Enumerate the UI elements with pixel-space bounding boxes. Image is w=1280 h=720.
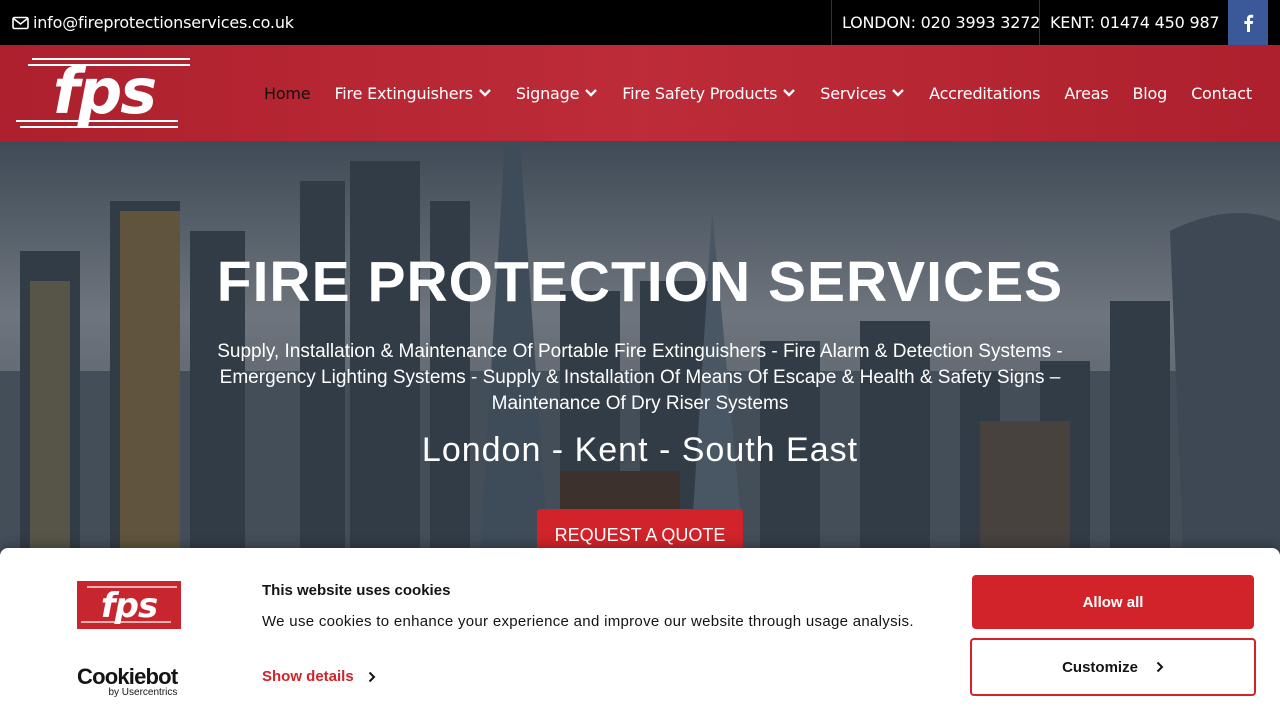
top-bar: info@fireprotectionservices.co.uk LONDON… (0, 0, 1280, 45)
nav-label: Home (264, 83, 311, 103)
nav-label: Blog (1132, 83, 1168, 103)
customize-label: Customize (1062, 658, 1138, 676)
site-header: fps Home Fire Extinguishers Signage Fire… (0, 45, 1280, 141)
kent-phone-link[interactable]: KENT: 01474 450 987 (1039, 0, 1220, 45)
email-link[interactable]: info@fireprotectionservices.co.uk (12, 0, 294, 45)
customize-button[interactable]: Customize (970, 638, 1256, 696)
fps-logo: fps (77, 581, 181, 629)
chevron-down-icon (892, 89, 904, 97)
nav-contact[interactable]: Contact (1191, 84, 1252, 103)
hero-title: FIRE PROTECTION SERVICES (216, 250, 1064, 314)
chevron-right-icon (1156, 661, 1164, 673)
cookiebot-logo[interactable]: Cookiebot by Usercentrics (77, 664, 178, 699)
chevron-down-icon (585, 89, 598, 97)
show-details-label: Show details (262, 668, 354, 685)
cookie-text: We use cookies to enhance your experienc… (262, 613, 914, 630)
nav-label: Fire Extinguishers (334, 83, 473, 103)
nav-signage[interactable]: Signage (516, 84, 598, 103)
svg-text:fps: fps (53, 55, 155, 128)
nav-label: Areas (1064, 83, 1109, 103)
hero-locations: London - Kent - South East (421, 431, 859, 469)
allow-all-button[interactable]: Allow all (972, 575, 1254, 629)
fps-logo[interactable]: fps (14, 55, 192, 131)
nav-label: Signage (515, 83, 580, 103)
cookie-banner: fps Cookiebot by Usercentrics This websi… (0, 548, 1280, 720)
facebook-icon (1244, 14, 1254, 32)
chevron-right-icon (368, 671, 376, 682)
chevron-down-icon (783, 89, 796, 97)
nav-home[interactable]: Home (264, 83, 311, 103)
main-nav: Home Fire Extinguishers Signage Fire Saf… (264, 45, 1252, 141)
envelope-icon (12, 16, 29, 29)
nav-label: Fire Safety Products (622, 83, 778, 103)
svg-text:fps: fps (101, 586, 158, 626)
nav-areas[interactable]: Areas (1064, 84, 1108, 103)
facebook-button[interactable] (1228, 0, 1268, 45)
cookiebot-name: Cookiebot (77, 664, 178, 689)
nav-blog[interactable]: Blog (1132, 84, 1167, 103)
nav-label: Contact (1191, 83, 1252, 103)
nav-accreditations[interactable]: Accreditations (929, 84, 1040, 103)
email-text: info@fireprotectionservices.co.uk (33, 13, 294, 32)
nav-label: Services (820, 83, 887, 103)
nav-label: Accreditations (929, 83, 1041, 103)
nav-fire-safety-products[interactable]: Fire Safety Products (622, 84, 796, 103)
london-phone-link[interactable]: LONDON: 020 3993 3272 (831, 0, 1040, 45)
hero-subtitle: Supply, Installation & Maintenance Of Po… (217, 341, 1063, 414)
nav-fire-extinguishers[interactable]: Fire Extinguishers (334, 84, 491, 103)
nav-services[interactable]: Services (820, 84, 905, 103)
chevron-down-icon (479, 89, 491, 97)
cookie-title: This website uses cookies (262, 582, 451, 599)
show-details-link[interactable]: Show details (262, 668, 376, 685)
